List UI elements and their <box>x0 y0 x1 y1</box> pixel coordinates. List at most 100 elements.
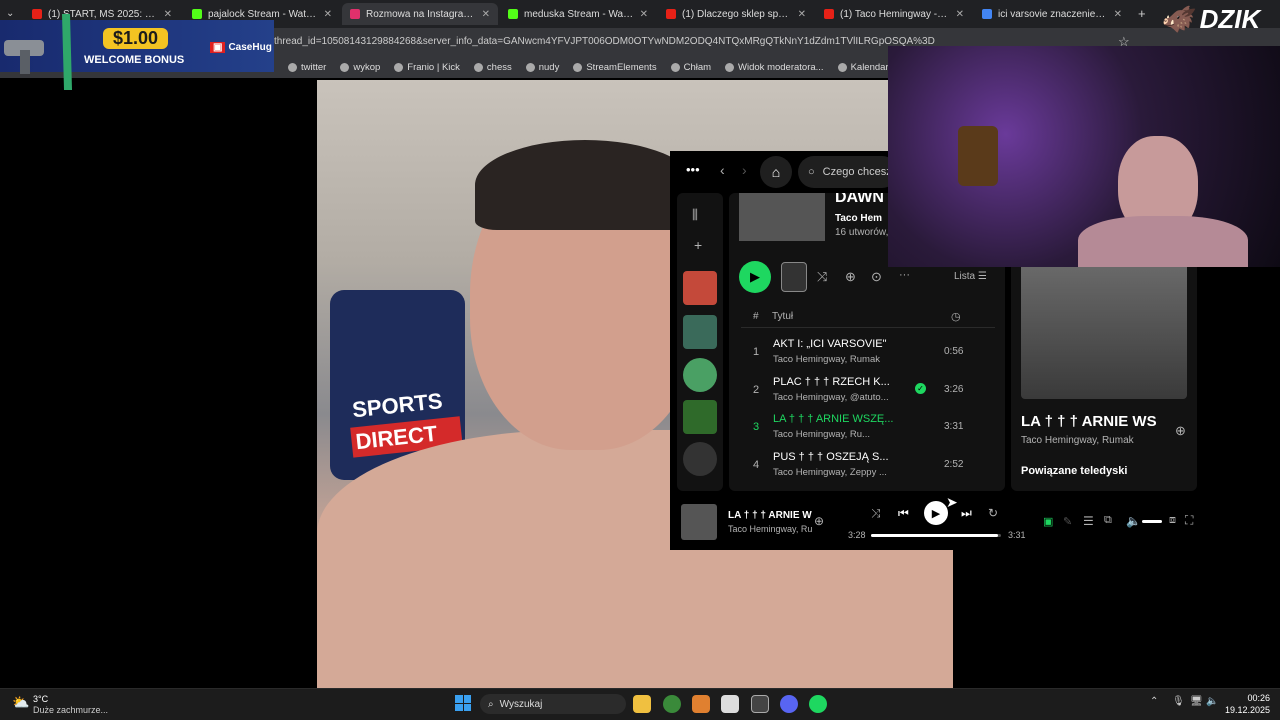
volume-icon[interactable]: 🔈 <box>1126 514 1141 528</box>
close-tab-icon[interactable]: ✕ <box>164 9 172 20</box>
download-icon[interactable]: ⊙ <box>871 269 882 285</box>
shuffle-icon[interactable]: ⤨ <box>817 269 827 285</box>
mini-player-icon[interactable]: ⧈ <box>1169 514 1176 527</box>
related-videos-label: Powiązane teledyski <box>1021 465 1128 477</box>
fullscreen-icon[interactable]: ⛶ <box>1185 513 1193 528</box>
tray-chevron-icon[interactable]: ⌃ <box>1150 696 1158 707</box>
album-mini-cover[interactable] <box>781 262 807 292</box>
next-track-icon[interactable]: ⏭ <box>961 506 972 521</box>
volume-slider[interactable] <box>1142 520 1162 523</box>
spotify-taskbar-icon[interactable] <box>809 695 827 713</box>
track-title[interactable]: PUS † † † OSZEJĄ S... <box>773 451 889 463</box>
bookmark-item[interactable]: Franio | Kick <box>394 62 460 73</box>
add-plus-icon[interactable]: ⊕ <box>1175 423 1186 439</box>
now-playing-art <box>1021 263 1187 399</box>
bookmark-item[interactable]: wykop <box>340 62 380 73</box>
tab-favicon-icon <box>982 9 992 19</box>
bookmark-item[interactable]: nudy <box>525 62 559 73</box>
album-artist[interactable]: Taco Hem <box>835 213 882 224</box>
track-artists[interactable]: Taco Hemingway, Ru... <box>773 429 870 440</box>
now-playing-view-icon[interactable]: ▣ <box>1043 515 1053 528</box>
app-icon[interactable] <box>692 695 710 713</box>
track-artists[interactable]: Taco Hemingway, Zeppy ... <box>773 467 887 478</box>
browser-tab[interactable]: (1) Dlaczego sklep spożywcz✕ <box>658 3 814 25</box>
progress-bar[interactable] <box>871 534 1001 537</box>
menu-dots-icon[interactable]: ••• <box>686 162 700 177</box>
track-artists[interactable]: Taco Hemingway, @atuto... <box>773 392 889 403</box>
network-icon[interactable]: 🖥 <box>1190 696 1203 707</box>
close-tab-icon[interactable]: ✕ <box>1114 9 1122 20</box>
bookmark-item[interactable]: chess <box>473 62 512 73</box>
clock-time[interactable]: 00:26 <box>1244 693 1270 703</box>
library-item-thumb[interactable] <box>683 271 717 305</box>
view-toggle[interactable]: Lista ☰ <box>954 271 987 282</box>
add-to-library-icon[interactable]: ⊕ <box>845 269 856 285</box>
browser-tab[interactable]: (1) Taco Hemingway - "Deszcz✕ <box>816 3 972 25</box>
player-artists[interactable]: Taco Hemingway, Ru <box>728 524 812 534</box>
library-item-thumb[interactable] <box>683 400 717 434</box>
connect-device-icon[interactable]: ⧉ <box>1104 514 1112 527</box>
browser-tab[interactable]: Rozmowa na Instagramie ✕ <box>342 3 498 25</box>
more-options-icon[interactable]: ··· <box>899 269 910 281</box>
close-tab-icon[interactable]: ✕ <box>640 9 648 20</box>
speaker-icon[interactable]: 🔈 <box>1206 696 1218 707</box>
play-pause-button[interactable]: ▶ <box>924 501 948 525</box>
spotify-search-input[interactable]: ○ Czego chcesz <box>798 156 898 188</box>
create-plus-icon[interactable]: + <box>694 237 702 253</box>
bookmark-item[interactable]: twitter <box>288 62 326 73</box>
browser-tab[interactable]: meduska Stream - Watch Live✕ <box>500 3 656 25</box>
clock-date[interactable]: 19.12.2025 <box>1222 705 1270 715</box>
url-text[interactable]: thread_id=10508143129884268&server_info_… <box>274 36 935 47</box>
close-tab-icon[interactable]: ✕ <box>798 9 806 20</box>
now-playing-artists[interactable]: Taco Hemingway, Rumak <box>1021 435 1134 446</box>
bookmark-item[interactable]: Widok moderatora... <box>725 62 824 73</box>
track-row[interactable]: 2 PLAC † † † RZECH K... Taco Hemingway, @a… <box>729 372 1005 408</box>
bookmark-item[interactable]: Chłam <box>670 62 711 73</box>
track-artists[interactable]: Taco Hemingway, Rumak <box>773 354 880 365</box>
weather-icon[interactable]: ⛅ <box>12 694 29 711</box>
weather-desc[interactable]: Duże zachmurze... <box>33 705 108 715</box>
play-button[interactable]: ▶ <box>739 261 771 293</box>
queue-icon[interactable]: ☰ <box>1083 514 1094 528</box>
microphone-icon[interactable]: 🎙 <box>1172 696 1185 707</box>
track-title[interactable]: AKT I: „ICI VARSOVIE" <box>773 338 887 350</box>
track-row[interactable]: 4 PUS † † † OSZEJĄ S... Taco Hemingway, Ze… <box>729 447 1005 483</box>
player-add-icon[interactable]: ⊕ <box>814 514 824 528</box>
windows-start-icon[interactable] <box>455 695 471 711</box>
app-icon[interactable] <box>721 695 739 713</box>
file-explorer-icon[interactable] <box>633 695 651 713</box>
new-tab-icon[interactable]: + <box>1138 6 1146 21</box>
track-title[interactable]: PLAC † † † RZECH K... <box>773 376 890 388</box>
back-arrow-icon[interactable]: ‹ <box>720 162 725 178</box>
previous-track-icon[interactable]: ⏮ <box>898 506 909 521</box>
lyrics-icon[interactable]: ✎ <box>1063 515 1072 528</box>
library-item-thumb[interactable] <box>683 358 717 392</box>
library-item-thumb[interactable] <box>683 315 717 349</box>
player-shuffle-icon[interactable]: ⤨ <box>871 506 881 521</box>
track-row[interactable]: 3 LA † † † ARNIE WSZĘ... Taco Hemingway, R… <box>729 409 1005 445</box>
track-row[interactable]: 1 AKT I: „ICI VARSOVIE" Taco Hemingway, Ru… <box>729 334 1005 370</box>
track-title[interactable]: LA † † † ARNIE WSZĘ... <box>773 413 893 425</box>
player-title[interactable]: LA † † † ARNIE W <box>728 510 812 521</box>
weather-temp[interactable]: 3°C <box>33 694 48 704</box>
now-playing-title[interactable]: LA † † † ARNIE WS <box>1021 413 1157 430</box>
bookmark-favicon-icon <box>725 62 735 72</box>
forward-arrow-icon[interactable]: › <box>742 162 747 178</box>
library-icon[interactable]: ⫼ <box>692 207 698 223</box>
repeat-icon[interactable]: ↻ <box>988 506 998 520</box>
bookmark-item[interactable]: StreamElements <box>573 62 657 73</box>
track-duration: 0:56 <box>944 346 964 357</box>
discord-icon[interactable] <box>780 695 798 713</box>
close-tab-icon[interactable]: ✕ <box>324 9 332 20</box>
chrome-icon[interactable] <box>663 695 681 713</box>
epic-games-icon[interactable] <box>751 695 769 713</box>
saved-check-icon[interactable]: ✓ <box>915 382 926 394</box>
home-icon[interactable]: ⌂ <box>760 156 792 188</box>
close-tab-icon[interactable]: ✕ <box>956 9 964 20</box>
track-number: 4 <box>753 458 760 471</box>
browser-tab[interactable]: ici varsovie znaczenie - Szukaj w✕ <box>974 3 1130 25</box>
close-tab-icon[interactable]: ✕ <box>482 9 490 20</box>
library-item-thumb[interactable] <box>683 442 717 476</box>
mouse-cursor-icon: ➤ <box>946 494 958 510</box>
taskbar-search[interactable]: ⌕ Wyszukaj <box>480 694 626 714</box>
